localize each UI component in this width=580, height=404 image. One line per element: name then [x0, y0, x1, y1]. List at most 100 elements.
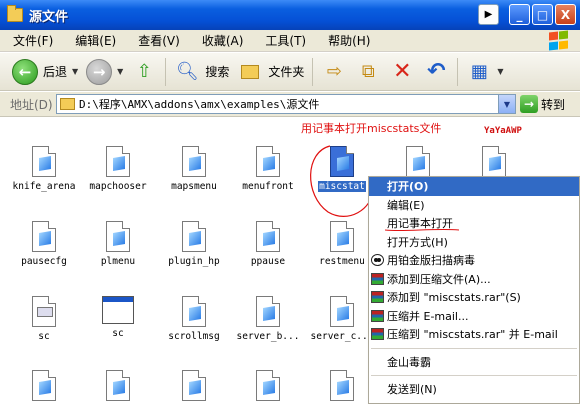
windows-logo-icon [548, 30, 570, 51]
file-label: pausecfg [21, 256, 67, 267]
search-icon: 🔍︎ [175, 61, 199, 82]
views-grid-icon: ▦ [470, 61, 488, 82]
file-item[interactable] [456, 146, 532, 177]
menu-item-add-to-rar[interactable]: 添加到 "miscstats.rar"(S) [369, 288, 579, 307]
menu-item-compress-rar-email[interactable]: 压缩到 "miscstats.rar" 并 E-mail [369, 325, 579, 344]
menu-item-edit[interactable]: 编辑(E) [369, 196, 579, 215]
menu-edit[interactable]: 编辑(E) [62, 32, 125, 49]
menu-item-label: 打开(O) [387, 180, 429, 194]
menu-item-open-with-notepad[interactable]: 用记事本打开 [369, 214, 579, 233]
file-label: mapsmenu [171, 181, 217, 192]
close-button[interactable]: X [555, 4, 576, 25]
menu-file[interactable]: 文件(F) [0, 32, 62, 49]
file-item[interactable]: mapsmenu [156, 146, 232, 192]
file-item[interactable]: sc [6, 296, 82, 342]
menu-favorites[interactable]: 收藏(A) [189, 32, 253, 49]
back-arrow-icon: ← [12, 58, 38, 85]
file-label: sc [38, 331, 50, 342]
copy-to-button[interactable]: ⧉ [351, 56, 385, 88]
forward-arrow-icon: → [86, 58, 113, 85]
file-item[interactable]: plmenu [80, 221, 156, 267]
file-item[interactable]: pausecfg [6, 221, 82, 267]
title-bar: 源文件 ▶ _ □ X [0, 0, 580, 30]
delete-button[interactable]: ✕ [385, 56, 419, 88]
file-label: sc [112, 328, 124, 339]
minimize-button[interactable]: _ [509, 4, 530, 25]
application-window-icon [102, 296, 134, 324]
back-button[interactable]: ← 后退 ▼ [0, 56, 82, 88]
address-dropdown-button[interactable]: ▼ [498, 95, 515, 113]
toolbar-divider [312, 57, 314, 86]
rar-icon [371, 272, 384, 285]
copy-to-icon: ⧉ [361, 61, 375, 82]
rar-icon [371, 309, 384, 322]
go-label: 转到 [541, 97, 566, 112]
document-icon [256, 296, 280, 327]
file-item[interactable] [230, 370, 306, 401]
panda-icon [371, 254, 384, 266]
up-folder-button[interactable]: ⇧ [127, 56, 161, 88]
menu-item-label: 金山毒霸 [387, 355, 431, 369]
document-icon [182, 296, 206, 327]
folder-icon [237, 59, 263, 85]
file-item[interactable] [80, 370, 156, 401]
menu-item-label: 添加到 "miscstats.rar"(S) [387, 291, 521, 305]
menu-item-compress-email[interactable]: 压缩并 E-mail... [369, 307, 579, 326]
folders-label: 文件夹 [268, 65, 305, 79]
menu-item-scan-virus[interactable]: 用铂金版扫描病毒 [369, 251, 579, 270]
file-item[interactable]: plugin_hp [156, 221, 232, 267]
media-play-icon[interactable]: ▶ [478, 4, 499, 25]
file-item[interactable]: scrollmsg [156, 296, 232, 342]
address-bar: 地址(D) D:\程序\AMX\addons\amx\examples\源文件 … [0, 92, 580, 117]
menu-item-open[interactable]: 打开(O) [369, 177, 579, 196]
forward-button[interactable]: → ▼ [82, 56, 127, 88]
delete-x-icon: ✕ [393, 59, 412, 84]
window-controls: ▶ _ □ X [478, 4, 576, 25]
document-icon [106, 221, 130, 252]
undo-button[interactable]: ↶ [419, 56, 453, 88]
file-item[interactable] [380, 146, 456, 177]
rar-icon [371, 291, 384, 303]
menu-item-label: 发送到(N) [387, 383, 437, 397]
document-icon [406, 146, 430, 177]
document-icon [256, 146, 280, 177]
file-item[interactable] [156, 370, 232, 401]
file-label: server_b... [236, 331, 300, 342]
document-icon [330, 221, 354, 252]
menu-item-label: 用铂金版扫描病毒 [387, 254, 475, 268]
file-item[interactable]: server_b... [230, 296, 306, 342]
menu-item-open-with[interactable]: 打开方式(H) [369, 233, 579, 252]
search-button[interactable]: 🔍︎ 搜索 [170, 56, 233, 88]
menu-item-kingsoft-antivirus[interactable]: 金山毒霸 [369, 353, 579, 372]
maximize-button[interactable]: □ [532, 4, 553, 25]
menu-view[interactable]: 查看(V) [125, 32, 189, 49]
file-label: scrollmsg [168, 331, 220, 342]
file-item[interactable] [6, 370, 82, 401]
menu-tools[interactable]: 工具(T) [252, 32, 315, 49]
address-input[interactable]: D:\程序\AMX\addons\amx\examples\源文件 ▼ [56, 94, 516, 114]
menu-separator [371, 347, 577, 349]
menu-item-add-to-archive[interactable]: 添加到压缩文件(A)... [369, 270, 579, 289]
search-label: 搜索 [205, 65, 230, 79]
document-icon [256, 221, 280, 252]
go-button[interactable]: → 转到 [520, 95, 565, 113]
file-item[interactable]: menufront [230, 146, 306, 192]
file-label: ppause [250, 256, 286, 267]
toolbar: ← 后退 ▼ → ▼ ⇧ 🔍︎ 搜索 文件夹 ⇨ ⧉ ✕ ↶ ▦ ▼ [0, 53, 580, 91]
menu-item-send-to[interactable]: 发送到(N) [369, 380, 579, 399]
document-icon [256, 370, 280, 401]
menu-help[interactable]: 帮助(H) [315, 32, 379, 49]
rar-icon [371, 328, 384, 340]
views-button[interactable]: ▦ ▼ [462, 56, 507, 88]
document-icon [106, 370, 130, 401]
file-item[interactable]: knife_arena [6, 146, 82, 192]
window-title: 源文件 [29, 9, 69, 25]
file-label: plmenu [100, 256, 136, 267]
move-to-button[interactable]: ⇨ [317, 56, 351, 88]
folders-button[interactable]: 文件夹 [233, 56, 308, 88]
file-item[interactable]: sc [80, 296, 156, 339]
file-item[interactable]: ppause [230, 221, 306, 267]
toolbar-divider [165, 57, 167, 86]
file-item[interactable]: mapchooser [80, 146, 156, 192]
menu-separator [371, 375, 577, 376]
